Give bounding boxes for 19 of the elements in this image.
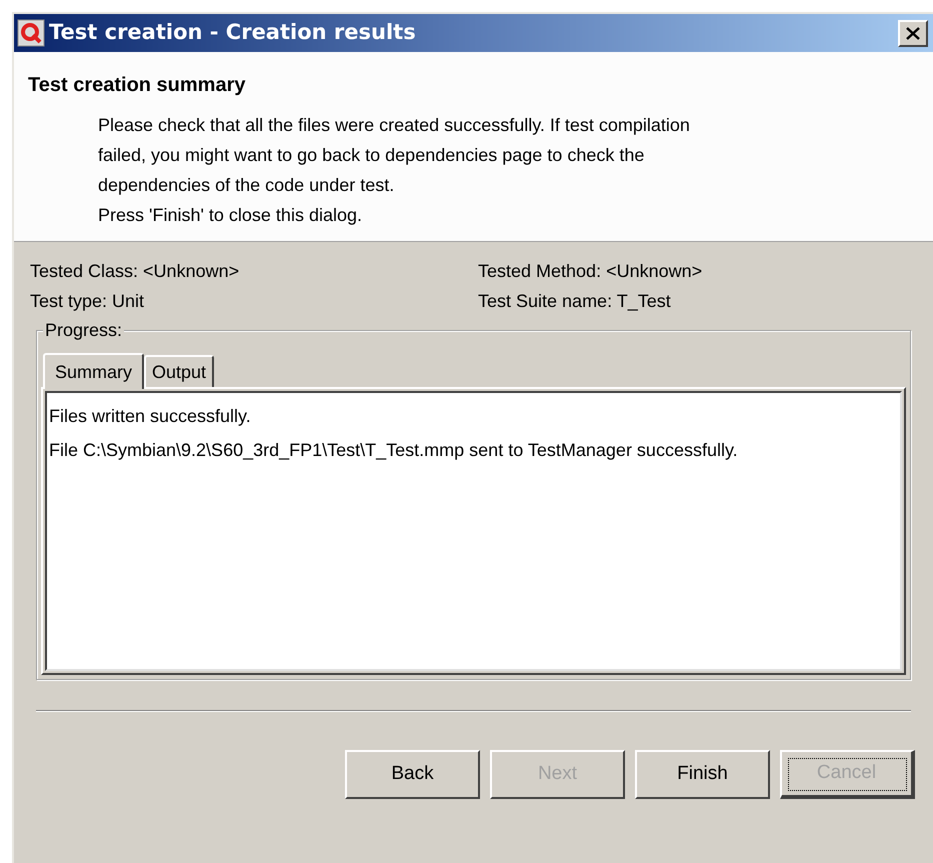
app-icon xyxy=(17,19,45,47)
log-line: Files written successfully. xyxy=(49,405,252,428)
close-button[interactable] xyxy=(898,20,928,46)
instruction-text: Press 'Finish' to close this dialog. xyxy=(98,204,363,227)
instruction-text: dependencies of the code under test. xyxy=(98,174,396,197)
info-label: Tested Class: <Unknown> xyxy=(30,260,240,283)
tab[interactable]: Output xyxy=(144,355,214,387)
instruction-text: Please check that all the files were created successfully. If test compilation xyxy=(98,114,691,137)
instruction-text: failed, you might want to go back to dependencies page to check the xyxy=(98,144,646,167)
header-title: Test creation summary xyxy=(28,73,246,98)
log-line: File C:\Symbian\9.2\S60_3rd_FP1\Test\T_Test.mmp sent to TestManager successfully. xyxy=(49,439,739,462)
info-label: Tested Method: <Unknown> xyxy=(478,260,704,283)
close-icon xyxy=(906,26,920,40)
window-title: Test creation - Creation results xyxy=(49,19,416,46)
dialog-button[interactable]: Finish xyxy=(635,750,770,799)
dialog-button[interactable]: Back xyxy=(345,750,480,799)
info-label: Test Suite name: T_Test xyxy=(478,290,672,313)
info-label: Test type: Unit xyxy=(30,290,146,313)
tab[interactable]: Summary xyxy=(43,353,144,389)
